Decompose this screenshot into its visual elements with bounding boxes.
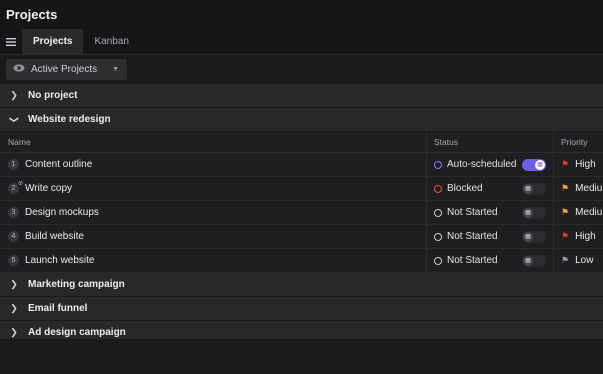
table-row[interactable]: 3 Design mockups Not Started ▦ ⚑ Medium xyxy=(0,201,603,225)
flag-icon: ⚑ xyxy=(561,231,570,241)
task-name-cell: 1 Content outline xyxy=(0,153,426,176)
status-selector[interactable]: Not Started ▦ xyxy=(434,206,553,219)
status-label: Auto-scheduled xyxy=(447,159,517,170)
group-row[interactable]: ❯ Marketing campaign xyxy=(0,273,603,297)
status-selector[interactable]: Not Started ▦ xyxy=(434,254,553,267)
auto-schedule-toggle[interactable]: ▦ xyxy=(522,182,546,195)
task-status-cell: Not Started ▦ xyxy=(426,225,553,248)
auto-schedule-toggle[interactable]: ▦ xyxy=(522,230,546,243)
task-name[interactable]: Launch website xyxy=(25,255,95,266)
task-number: 2 ⊘ xyxy=(8,181,23,194)
table-row[interactable]: 5 Launch website Not Started ▦ ⚑ Low xyxy=(0,249,603,273)
status-selector[interactable]: Blocked ▦ xyxy=(434,182,553,195)
group-row[interactable]: ❯ Email funnel xyxy=(0,297,603,321)
empty-area xyxy=(0,339,603,374)
flag-icon: ⚑ xyxy=(561,207,570,217)
title-bar: Projects xyxy=(0,0,603,29)
status-circle-icon xyxy=(434,256,442,265)
calendar-icon: ▦ xyxy=(523,207,533,218)
group-label: No project xyxy=(28,90,78,101)
task-status-cell: Auto-scheduled ▦ xyxy=(426,153,553,176)
task-number: 3 xyxy=(8,207,19,218)
priority-label: Medium xyxy=(575,183,603,194)
column-header-status[interactable]: Status xyxy=(426,132,553,152)
group-label: Ad design campaign xyxy=(28,327,126,338)
chevron-right-icon: ❯ xyxy=(10,279,18,289)
task-number: 5 xyxy=(8,255,19,266)
filter-bar: Active Projects ▼ xyxy=(0,55,603,84)
priority-label: Medium xyxy=(575,207,603,218)
calendar-icon: ▦ xyxy=(523,183,533,194)
group-website-redesign[interactable]: ❯ Website redesign xyxy=(0,108,603,132)
auto-schedule-toggle[interactable]: ▦ xyxy=(522,254,546,267)
status-selector[interactable]: Auto-scheduled ▦ xyxy=(434,158,553,171)
tab-projects[interactable]: Projects xyxy=(22,29,84,54)
tab-kanban[interactable]: Kanban xyxy=(83,29,139,54)
chevron-right-icon: ❯ xyxy=(10,327,18,337)
priority-label: High xyxy=(575,159,596,170)
auto-schedule-toggle[interactable]: ▦ xyxy=(522,158,546,171)
chevron-right-icon: ❯ xyxy=(10,90,18,100)
column-header-name[interactable]: Name xyxy=(0,137,426,147)
task-status-cell: Not Started ▦ xyxy=(426,201,553,224)
priority-label: Low xyxy=(575,255,594,266)
flag-icon: ⚑ xyxy=(561,159,570,169)
status-label: Not Started xyxy=(447,255,498,266)
table-row[interactable]: 4 Build website Not Started ▦ ⚑ High xyxy=(0,225,603,249)
status-label: Blocked xyxy=(447,183,483,194)
status-circle-icon xyxy=(434,160,442,169)
page-title: Projects xyxy=(6,7,58,22)
task-priority-cell[interactable]: ⚑ Medium xyxy=(553,177,603,200)
group-label: Marketing campaign xyxy=(28,279,125,290)
calendar-icon: ▦ xyxy=(523,231,533,242)
task-name[interactable]: Build website xyxy=(25,231,84,242)
task-number: 4 xyxy=(8,231,19,242)
link-icon: ⊘ xyxy=(17,181,23,187)
task-name-cell: 2 ⊘ Write copy xyxy=(0,177,426,200)
task-name[interactable]: Write copy xyxy=(25,183,72,194)
chevron-down-icon: ❯ xyxy=(9,115,20,124)
status-label: Not Started xyxy=(447,231,498,242)
tab-bar: Projects Kanban xyxy=(0,29,603,55)
status-circle-icon xyxy=(434,184,442,193)
task-priority-cell[interactable]: ⚑ Low xyxy=(553,249,603,272)
priority-label: High xyxy=(575,231,596,242)
auto-schedule-toggle[interactable]: ▦ xyxy=(522,206,546,219)
flag-icon: ⚑ xyxy=(561,183,570,193)
task-name-cell: 5 Launch website xyxy=(0,249,426,272)
task-priority-cell[interactable]: ⚑ High xyxy=(553,225,603,248)
status-selector[interactable]: Not Started ▦ xyxy=(434,230,553,243)
task-status-cell: Not Started ▦ xyxy=(426,249,553,272)
table-header: Name Status Priority xyxy=(0,132,603,153)
table-row[interactable]: 1 Content outline Auto-scheduled ▦ ⚑ Hig… xyxy=(0,153,603,177)
status-circle-icon xyxy=(434,232,442,241)
column-header-priority[interactable]: Priority xyxy=(553,132,603,152)
group-label: Website redesign xyxy=(28,114,111,125)
chevron-right-icon: ❯ xyxy=(10,303,18,313)
active-projects-dropdown[interactable]: Active Projects ▼ xyxy=(6,59,128,80)
task-name-cell: 3 Design mockups xyxy=(0,201,426,224)
group-label: Email funnel xyxy=(28,303,88,314)
collapsed-groups: ❯ Marketing campaign ❯ Email funnel ❯ Ad d… xyxy=(0,273,603,345)
task-table-body: 1 Content outline Auto-scheduled ▦ ⚑ Hig… xyxy=(0,153,603,273)
caret-down-icon: ▼ xyxy=(112,66,120,73)
calendar-icon: ▦ xyxy=(535,159,545,170)
status-label: Not Started xyxy=(447,207,498,218)
flag-icon: ⚑ xyxy=(561,255,570,265)
task-name[interactable]: Design mockups xyxy=(25,207,99,218)
task-number: 1 xyxy=(8,159,19,170)
task-priority-cell[interactable]: ⚑ High xyxy=(553,153,603,176)
task-priority-cell[interactable]: ⚑ Medium xyxy=(553,201,603,224)
filter-label: Active Projects xyxy=(31,64,98,75)
calendar-icon: ▦ xyxy=(523,255,533,266)
menu-icon[interactable] xyxy=(0,29,22,54)
eye-icon xyxy=(13,64,25,75)
table-row[interactable]: 2⊘ Write copy Blocked ▦ ⚑ Medium xyxy=(0,177,603,201)
task-name[interactable]: Content outline xyxy=(25,159,92,170)
task-status-cell: Blocked ▦ xyxy=(426,177,553,200)
status-circle-icon xyxy=(434,208,442,217)
task-name-cell: 4 Build website xyxy=(0,225,426,248)
group-no-project[interactable]: ❯ No project xyxy=(0,84,603,108)
